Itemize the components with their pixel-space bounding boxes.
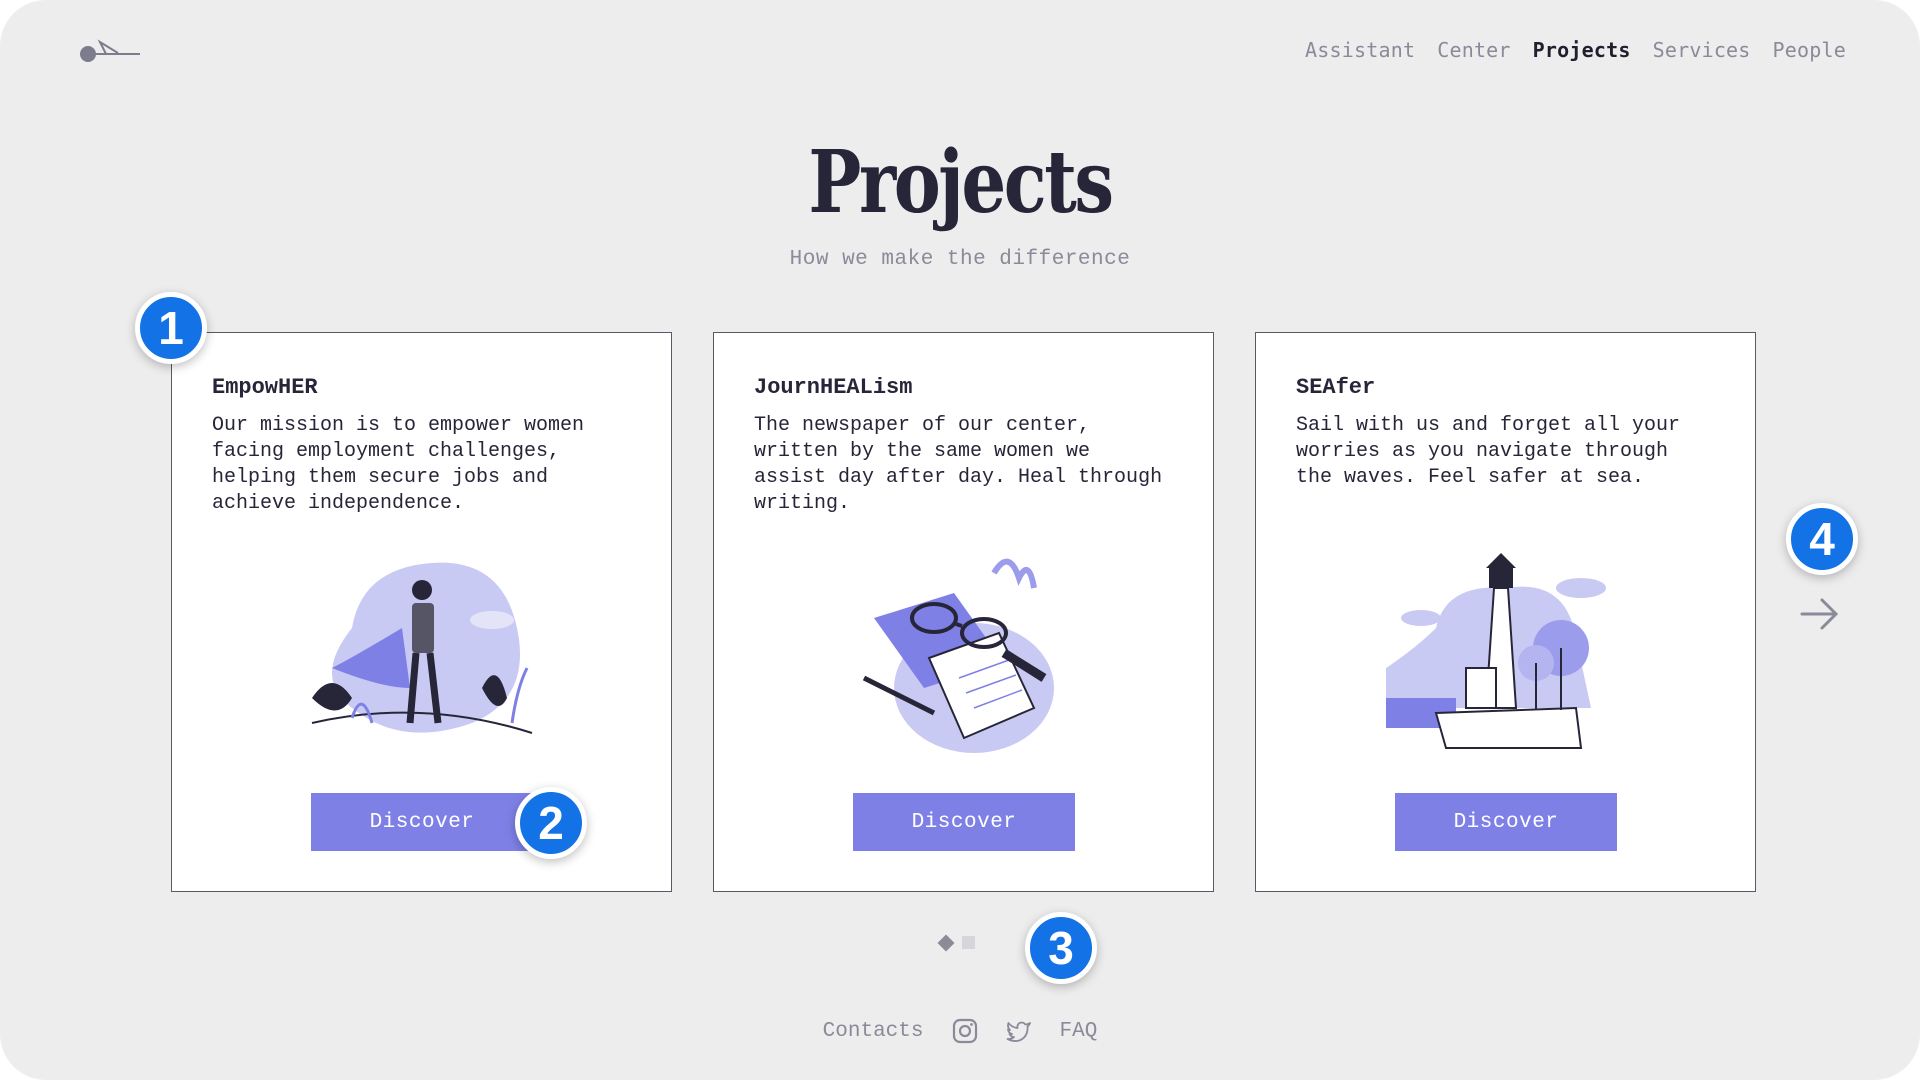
step-badge-3: 3: [1025, 912, 1097, 984]
main-nav: Assistant Center Projects Services Peopl…: [1305, 38, 1846, 62]
instagram-icon[interactable]: [952, 1018, 978, 1044]
project-card-journhealism: JournHEALism The newspaper of our center…: [713, 332, 1214, 892]
contacts-link[interactable]: Contacts: [823, 1020, 924, 1043]
card-description: Sail with us and forget all your worries…: [1296, 414, 1681, 489]
pagination-dot-active[interactable]: [937, 934, 955, 951]
faq-link[interactable]: FAQ: [1060, 1020, 1098, 1043]
footer: Contacts FAQ: [0, 1018, 1920, 1044]
nav-people[interactable]: People: [1773, 38, 1846, 62]
logo-icon[interactable]: [78, 38, 142, 66]
twitter-icon[interactable]: [1006, 1018, 1032, 1044]
card-description: The newspaper of our center, written by …: [754, 414, 1163, 515]
step-badge-4: 4: [1786, 503, 1858, 575]
discover-button[interactable]: Discover: [1395, 793, 1617, 851]
nav-assistant[interactable]: Assistant: [1305, 38, 1415, 62]
page-subtitle: How we make the difference: [789, 248, 1131, 271]
page-title: Projects: [808, 132, 1114, 233]
discover-button[interactable]: Discover: [311, 793, 533, 851]
superhero-woman-illustration: [311, 562, 533, 734]
arrow-right-icon[interactable]: [1800, 596, 1840, 632]
carousel-pagination: [937, 934, 975, 951]
card-title: JournHEALism: [754, 375, 913, 400]
step-badge-1: 1: [135, 292, 207, 364]
project-card-seafer: SEAfer Sail with us and forget all your …: [1255, 332, 1756, 892]
project-card-empowher: EmpowHER Our mission is to empower women…: [171, 332, 672, 892]
pagination-dot[interactable]: [962, 936, 975, 949]
step-badge-2: 2: [515, 787, 587, 859]
card-description: Our mission is to empower women facing e…: [212, 414, 585, 515]
notebook-glasses-illustration: [862, 558, 1054, 753]
card-title: SEAfer: [1296, 375, 1376, 400]
nav-services[interactable]: Services: [1653, 38, 1751, 62]
app-window: Assistant Center Projects Services Peopl…: [0, 0, 1920, 1080]
card-title: EmpowHER: [212, 375, 318, 400]
nav-center[interactable]: Center: [1437, 38, 1510, 62]
discover-button[interactable]: Discover: [853, 793, 1075, 851]
nav-projects[interactable]: Projects: [1533, 38, 1631, 62]
lighthouse-illustration: [1386, 553, 1606, 749]
